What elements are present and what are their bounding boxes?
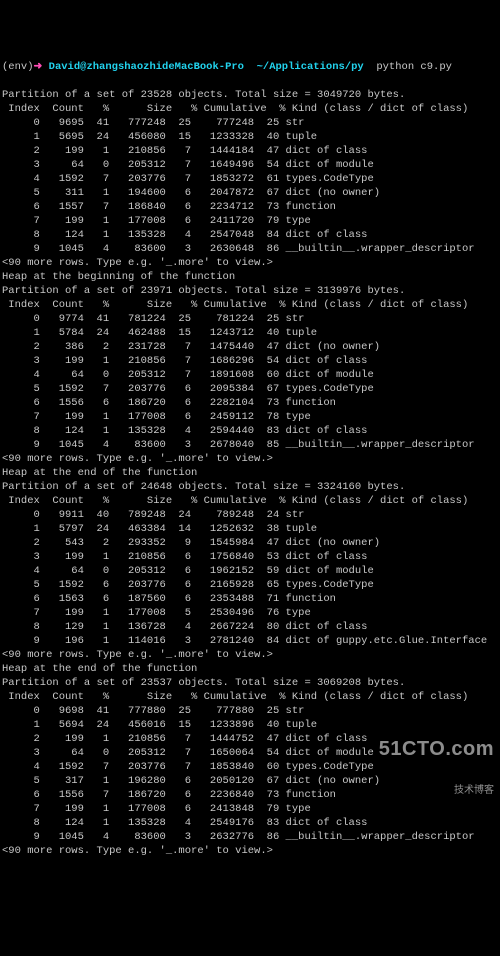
table-row: 0 9695 41 777248 25 777248 25 str bbox=[2, 116, 498, 130]
partition-line: Partition of a set of 23528 objects. Tot… bbox=[2, 88, 498, 102]
virtualenv-label: (env) bbox=[2, 61, 34, 73]
user-host: David@zhangshaozhideMacBook-Pro bbox=[49, 61, 244, 73]
table-header: Index Count % Size % Cumulative % Kind (… bbox=[2, 690, 498, 704]
table-row: 9 1045 4 83600 3 2632776 86 __builtin__.… bbox=[2, 830, 498, 844]
table-row: 3 64 0 205312 7 1649496 54 dict of modul… bbox=[2, 158, 498, 172]
table-row: 2 199 1 210856 7 1444184 47 dict of clas… bbox=[2, 144, 498, 158]
table-row: 8 124 1 135328 4 2594440 83 dict of clas… bbox=[2, 424, 498, 438]
table-row: 4 64 0 205312 6 1962152 59 dict of modul… bbox=[2, 564, 498, 578]
table-row: 8 124 1 135328 4 2547048 84 dict of clas… bbox=[2, 228, 498, 242]
table-row: 6 1557 7 186840 6 2234712 73 function bbox=[2, 200, 498, 214]
table-row: 0 9911 40 789248 24 789248 24 str bbox=[2, 508, 498, 522]
table-row: 5 1592 7 203776 6 2095384 67 types.CodeT… bbox=[2, 382, 498, 396]
watermark: 51CTO.com 技术博客 bbox=[379, 714, 494, 812]
table-row: 2 543 2 293352 9 1545984 47 dict (no own… bbox=[2, 536, 498, 550]
table-row: 1 5797 24 463384 14 1252632 38 tuple bbox=[2, 522, 498, 536]
watermark-sub: 技术博客 bbox=[379, 784, 494, 798]
shell-prompt[interactable]: (env)➜ David@zhangshaozhideMacBook-Pro ~… bbox=[2, 60, 498, 74]
more-rows-line: <90 more rows. Type e.g. '_.more' to vie… bbox=[2, 452, 498, 466]
table-row: 2 386 2 231728 7 1475440 47 dict (no own… bbox=[2, 340, 498, 354]
table-row: 4 1592 7 203776 7 1853272 61 types.CodeT… bbox=[2, 172, 498, 186]
table-row: 3 199 1 210856 6 1756840 53 dict of clas… bbox=[2, 550, 498, 564]
table-row: 4 64 0 205312 7 1891608 60 dict of modul… bbox=[2, 368, 498, 382]
table-row: 7 199 1 177008 6 2459112 78 type bbox=[2, 410, 498, 424]
heap-line: Heap at the end of the function bbox=[2, 466, 498, 480]
partition-line: Partition of a set of 23971 objects. Tot… bbox=[2, 284, 498, 298]
table-header: Index Count % Size % Cumulative % Kind (… bbox=[2, 494, 498, 508]
more-rows-line: <90 more rows. Type e.g. '_.more' to vie… bbox=[2, 844, 498, 858]
cwd-path: ~/Applications/py bbox=[257, 61, 364, 73]
partition-line: Partition of a set of 24648 objects. Tot… bbox=[2, 480, 498, 494]
heap-line: Heap at the end of the function bbox=[2, 662, 498, 676]
table-row: 9 196 1 114016 3 2781240 84 dict of gupp… bbox=[2, 634, 498, 648]
table-row: 8 129 1 136728 4 2667224 80 dict of clas… bbox=[2, 620, 498, 634]
heap-line: Heap at the beginning of the function bbox=[2, 270, 498, 284]
table-row: 9 1045 4 83600 3 2678040 85 __builtin__.… bbox=[2, 438, 498, 452]
table-row: 5 1592 6 203776 6 2165928 65 types.CodeT… bbox=[2, 578, 498, 592]
more-rows-line: <90 more rows. Type e.g. '_.more' to vie… bbox=[2, 648, 498, 662]
table-row: 5 311 1 194600 6 2047872 67 dict (no own… bbox=[2, 186, 498, 200]
watermark-domain: 51CTO.com bbox=[379, 742, 494, 756]
table-row: 8 124 1 135328 4 2549176 83 dict of clas… bbox=[2, 816, 498, 830]
prompt-arrow-icon: ➜ bbox=[34, 61, 43, 73]
table-row: 6 1556 6 186720 6 2282104 73 function bbox=[2, 396, 498, 410]
table-row: 9 1045 4 83600 3 2630648 86 __builtin__.… bbox=[2, 242, 498, 256]
table-row: 0 9774 41 781224 25 781224 25 str bbox=[2, 312, 498, 326]
table-row: 6 1563 6 187560 6 2353488 71 function bbox=[2, 592, 498, 606]
partition-line: Partition of a set of 23537 objects. Tot… bbox=[2, 676, 498, 690]
table-header: Index Count % Size % Cumulative % Kind (… bbox=[2, 298, 498, 312]
table-row: 1 5695 24 456080 15 1233328 40 tuple bbox=[2, 130, 498, 144]
table-row: 7 199 1 177008 6 2411720 79 type bbox=[2, 214, 498, 228]
table-row: 7 199 1 177008 5 2530496 76 type bbox=[2, 606, 498, 620]
more-rows-line: <90 more rows. Type e.g. '_.more' to vie… bbox=[2, 256, 498, 270]
table-header: Index Count % Size % Cumulative % Kind (… bbox=[2, 102, 498, 116]
command-text: python c9.py bbox=[376, 61, 452, 73]
table-row: 3 199 1 210856 7 1686296 54 dict of clas… bbox=[2, 354, 498, 368]
table-row: 1 5784 24 462488 15 1243712 40 tuple bbox=[2, 326, 498, 340]
